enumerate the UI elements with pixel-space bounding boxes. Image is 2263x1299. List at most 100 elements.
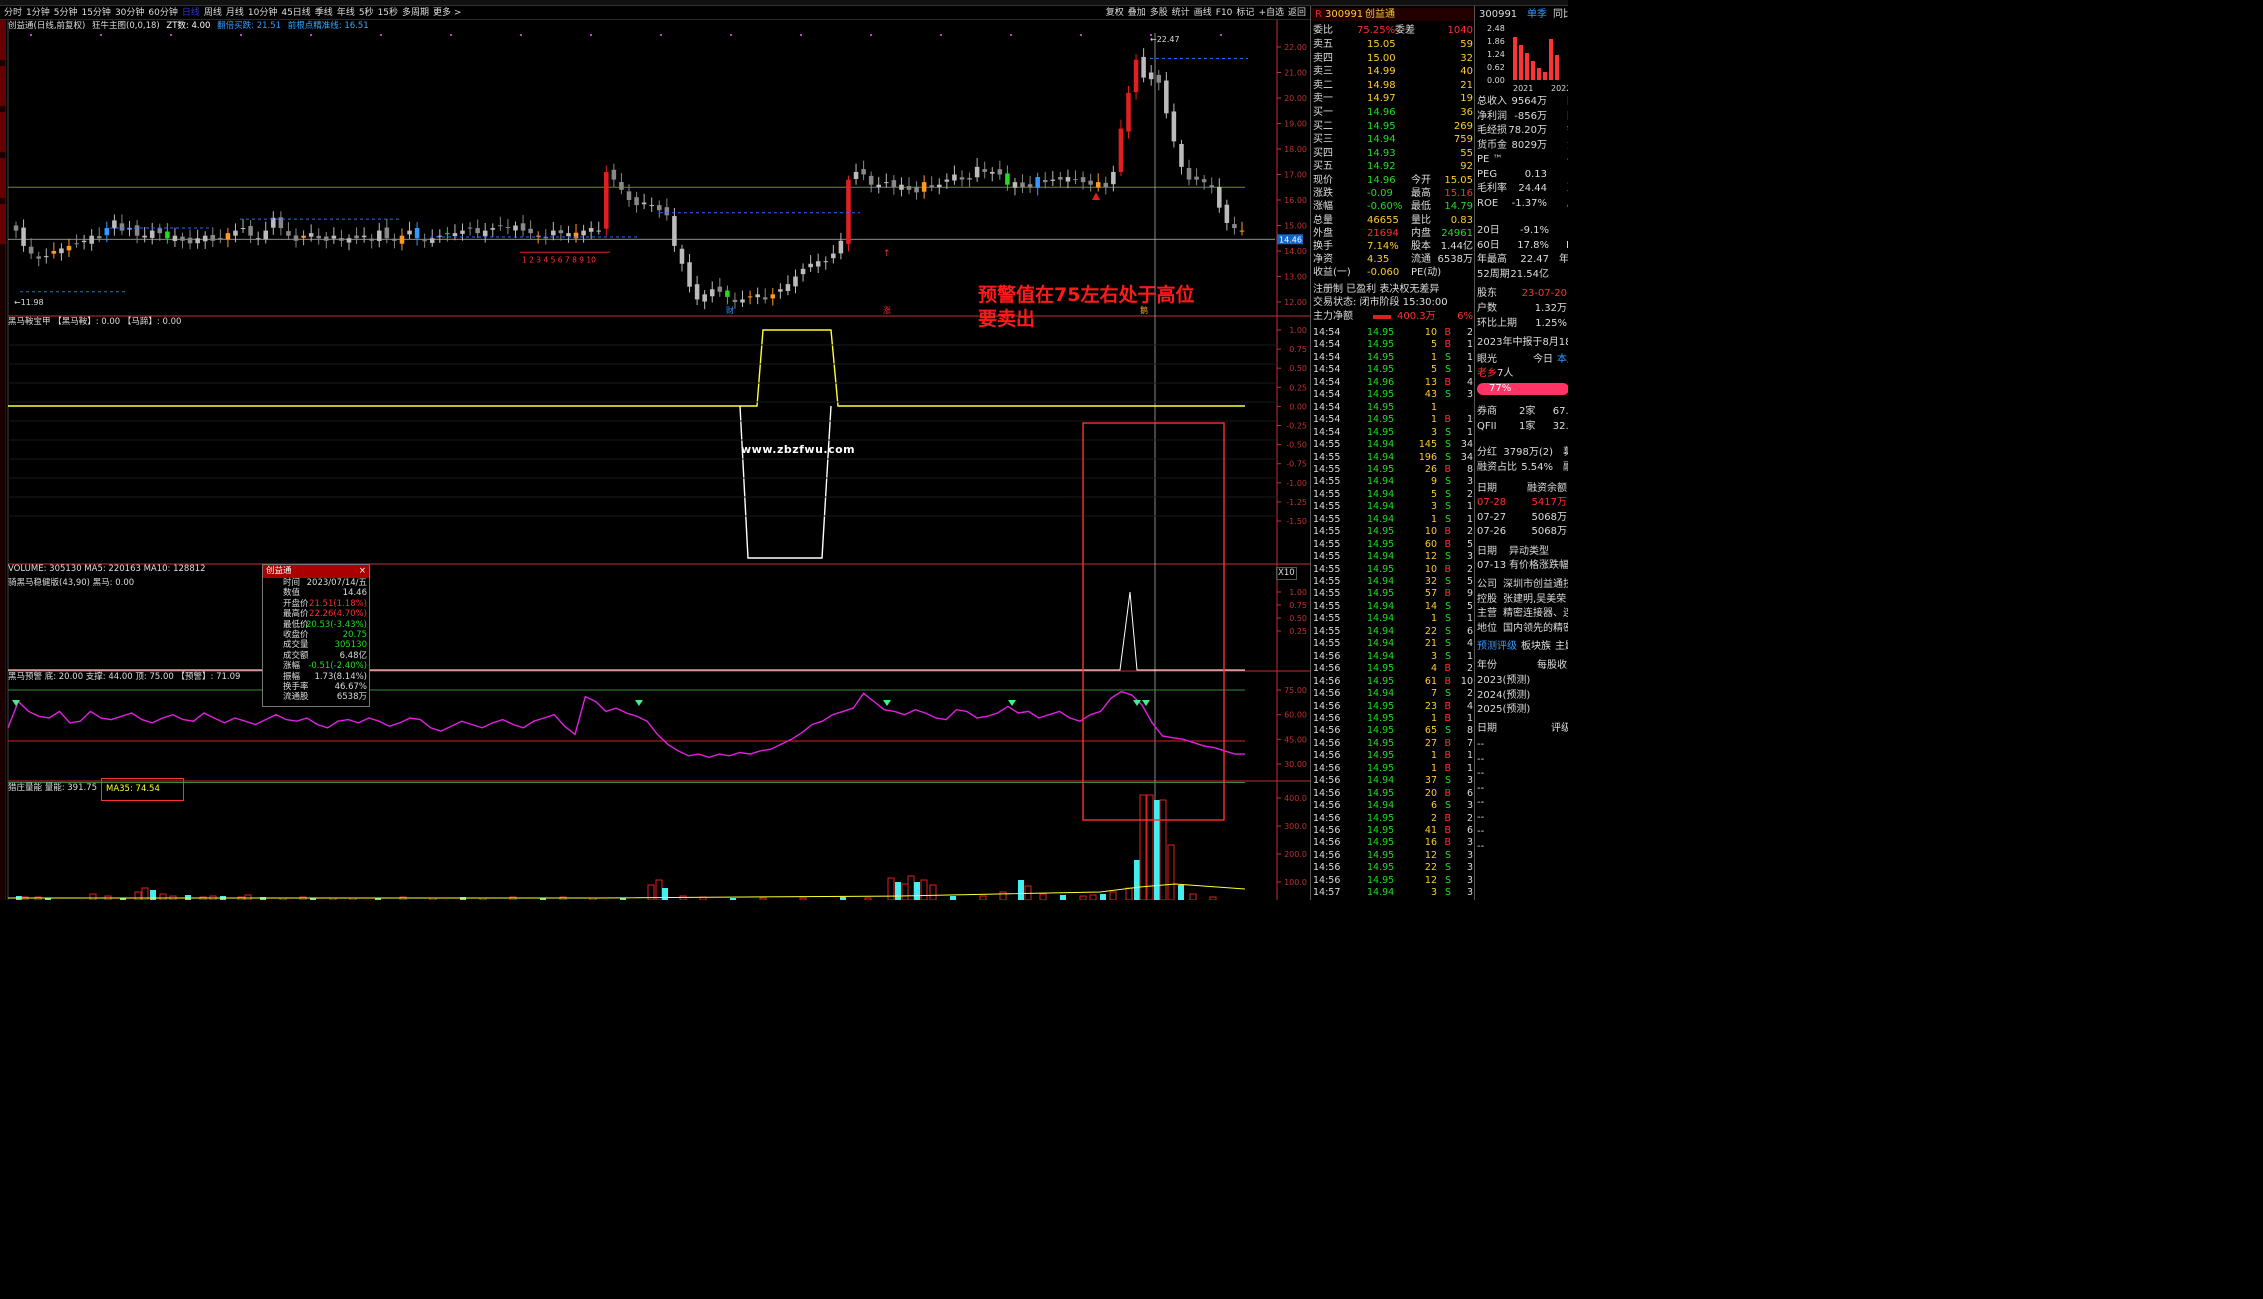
candle-body: [558, 230, 564, 234]
cell: 买一: [1313, 107, 1333, 118]
tooltip-value: 22.26(4.70%): [309, 609, 367, 620]
cell: 19: [1460, 93, 1473, 104]
cell: 14.94: [1367, 887, 1395, 899]
panel3-label: 骑黑马稳健版(43,90) 黑马: 0.00: [8, 578, 135, 588]
axis-tick-label: 30.00: [1284, 760, 1307, 769]
candle-body: [1164, 80, 1169, 114]
candle-body: [233, 230, 238, 236]
years-head: 年份 每股收: [1475, 659, 1568, 673]
cell: S: [1444, 775, 1451, 787]
candle-body: [657, 205, 662, 211]
mini-axis-label: 2.48: [1475, 22, 1568, 36]
axis-tick-label: 12.00: [1284, 298, 1307, 307]
cell: 买四: [1313, 147, 1333, 159]
candle-body: [1179, 144, 1184, 167]
cell: 买三: [1313, 134, 1333, 145]
candle-body: [740, 299, 745, 303]
cell: 15.05: [1444, 175, 1473, 186]
cell: 3: [1430, 501, 1437, 513]
cell: 精密连接器、连: [1503, 608, 1568, 619]
chart-canvas[interactable]: 22.00 21.00 20.00 19.00 18.00 17.00 16.00 15.00…: [0, 0, 1310, 900]
candle-body: [611, 169, 617, 180]
cell: 36: [1460, 107, 1473, 118]
cell: 3: [1466, 389, 1473, 401]
cell: 融券: [1563, 461, 1568, 475]
candle-body: [800, 268, 806, 275]
cell: 14.95: [1367, 426, 1395, 438]
mini-bar: [1519, 45, 1523, 80]
candle-body: [467, 227, 473, 229]
cell: S: [1444, 638, 1451, 650]
candle-body: [1042, 179, 1048, 183]
tooltip-value: 20.75: [342, 629, 367, 640]
cell: 毛利率: [1477, 183, 1507, 194]
margin-row: 07-26 5068万: [1475, 525, 1568, 539]
tooltip-value: 305130: [334, 640, 367, 651]
tick-row: 14:56 14.94 7 S 2: [1311, 687, 1475, 700]
cell: 14:55: [1313, 488, 1341, 500]
cell: 14.94: [1367, 775, 1395, 787]
cell: 6: [1466, 825, 1473, 836]
x10-button[interactable]: X10: [1276, 567, 1297, 580]
cell: S: [1444, 576, 1451, 587]
candle-body: [324, 236, 329, 241]
cell: 14.94: [1367, 488, 1395, 500]
cell: 300991: [1479, 9, 1518, 20]
cell: 3: [1466, 837, 1473, 849]
cell: 1: [1466, 650, 1473, 662]
cell: 32: [1460, 52, 1473, 64]
cell: 400.3万: [1397, 311, 1436, 322]
cell: 14.96: [1367, 175, 1396, 186]
cell: 07-13: [1477, 560, 1507, 571]
cell: B: [1444, 787, 1451, 799]
candle-body: [641, 202, 647, 205]
candle-body: [187, 237, 193, 244]
cell: 3: [1466, 887, 1473, 899]
company-row: 公司 深圳市创益通技: [1475, 578, 1568, 592]
cell: 同比: [1567, 110, 1568, 124]
cell: 主力净额: [1313, 311, 1353, 322]
candle-body: [28, 246, 34, 254]
tick-row: 14:55 14.94 32 S 5: [1311, 575, 1475, 588]
cell: 24.44: [1518, 183, 1547, 194]
cell: 14.95: [1367, 825, 1395, 836]
cell: 2: [1466, 663, 1473, 675]
cell: 融资占比: [1477, 462, 1517, 473]
cell: 预测评级: [1477, 641, 1517, 652]
tick-row: 14:55 14.94 5 S 2: [1311, 488, 1475, 501]
cell: S: [1444, 451, 1451, 463]
cell: 1: [1466, 613, 1473, 625]
candle-body: [354, 235, 359, 239]
cell: 14.94: [1367, 613, 1395, 625]
candle-body: [914, 186, 919, 193]
candle-body: [755, 294, 760, 298]
stock-header: R 300991 创益通: [1311, 8, 1475, 21]
tick-row: 14:56 14.95 1 B 1: [1311, 712, 1475, 725]
candle-body: [81, 240, 87, 243]
axis-tick-label: 0.00: [1289, 402, 1307, 411]
cell: 78.20万: [1508, 125, 1547, 136]
count-labels: 1 2 3 4 5 6 7 8 9 10: [522, 255, 596, 264]
candle-body: [452, 233, 458, 237]
cell: PEG: [1477, 168, 1498, 180]
cell: 5: [1466, 538, 1473, 550]
axis-tick-label: 400.0: [1284, 794, 1307, 803]
axis-tick-label: 17.00: [1284, 171, 1307, 180]
candle-body: [376, 230, 382, 242]
cell: --: [1477, 826, 1485, 837]
cell: 32: [1424, 576, 1437, 587]
cell: 14:56: [1313, 800, 1341, 812]
candle-body: [1148, 72, 1154, 80]
cell: 今开: [1411, 175, 1431, 186]
close-icon[interactable]: ×: [359, 565, 366, 578]
candle-body: [482, 230, 488, 237]
perf-row: 20日-9.1%今年: [1475, 224, 1568, 238]
mainflow-bar: [1373, 315, 1391, 319]
candle-body: [157, 228, 163, 234]
candle-body: [89, 235, 94, 244]
cell: 5: [1466, 576, 1473, 587]
cell: 24961: [1441, 227, 1473, 239]
mini-bar: [1543, 72, 1547, 80]
volume-energy-bar: [840, 897, 846, 900]
cell: 14.95: [1367, 563, 1395, 575]
